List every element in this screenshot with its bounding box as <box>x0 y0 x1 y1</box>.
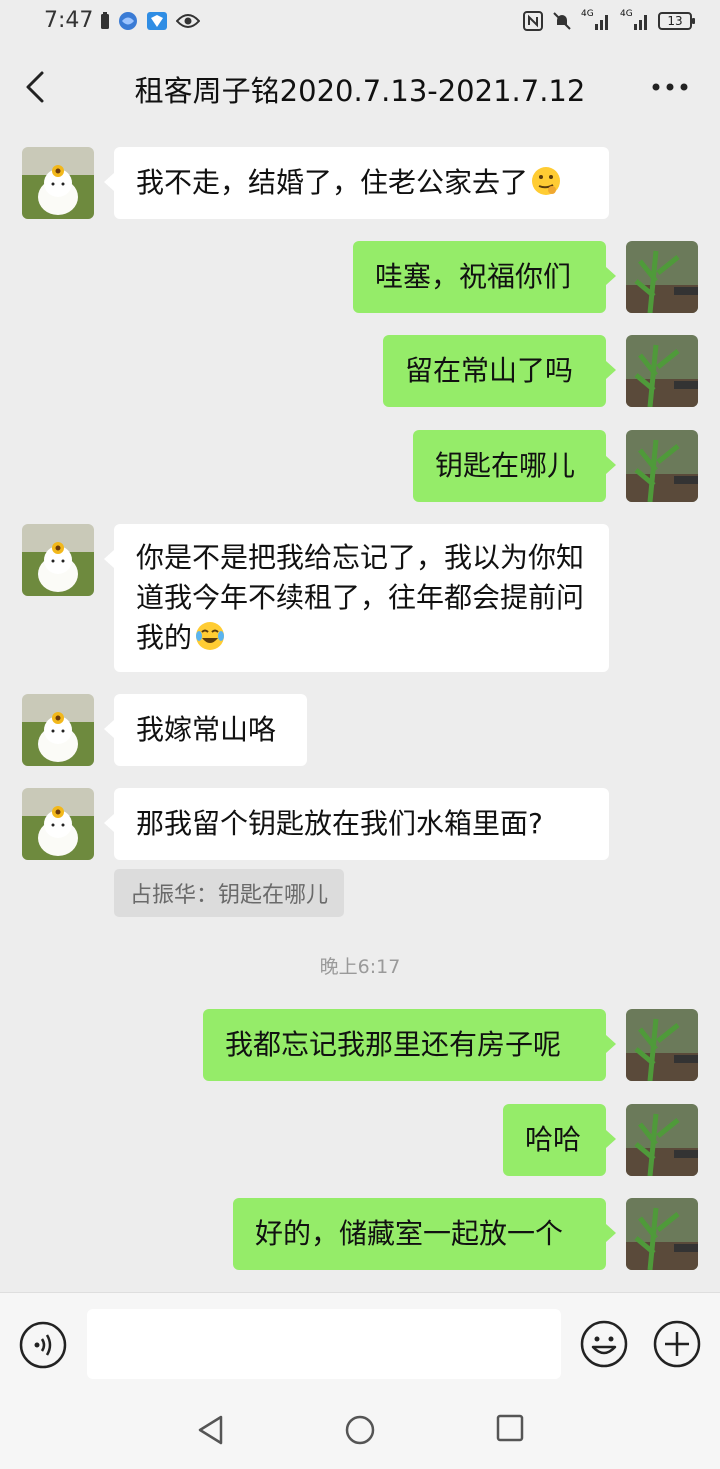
nav-home-icon[interactable] <box>344 1414 376 1446</box>
nfc-icon <box>523 11 543 31</box>
message-bubble-outgoing[interactable]: 我都忘记我那里还有房子呢 <box>203 1009 616 1081</box>
more-dots-icon[interactable] <box>650 70 690 104</box>
signal-4g-icon: 4G <box>581 9 611 31</box>
message-input[interactable] <box>87 1309 561 1379</box>
plus-icon[interactable] <box>652 1319 702 1369</box>
status-left-icons <box>100 11 200 31</box>
thinking-face-emoji-icon <box>532 167 561 195</box>
signal-4g-icon-2: 4G <box>620 9 650 31</box>
battery-level: 13 <box>667 14 683 28</box>
mute-bell-icon <box>553 12 571 30</box>
message-text: 哇塞，祝福你们 <box>375 260 572 293</box>
my-avatar[interactable] <box>626 1009 698 1081</box>
nav-back-icon[interactable] <box>196 1414 226 1446</box>
status-bar: 7:47 4G 4G 13 <box>0 0 720 44</box>
browser-icon <box>119 12 137 30</box>
emoji-icon[interactable] <box>579 1319 629 1369</box>
tears-of-joy-emoji-icon <box>196 622 225 650</box>
battery-saver-icon <box>101 12 109 29</box>
message-text: 留在常山了吗 <box>405 354 574 387</box>
nav-recent-icon[interactable] <box>496 1414 524 1442</box>
input-bar <box>0 1292 720 1393</box>
message-text: 我不走，结婚了，住老公家去了 <box>136 166 529 199</box>
chat-title: 租客周子铭2020.7.13-2021.7.12 <box>134 74 586 108</box>
message-bubble-incoming[interactable]: 我嫁常山咯 <box>104 694 307 766</box>
my-avatar[interactable] <box>626 241 698 313</box>
message-bubble-incoming[interactable]: 那我留个钥匙放在我们水箱里面? <box>104 788 609 860</box>
message-bubble-outgoing[interactable]: 哇塞，祝福你们 <box>353 241 616 313</box>
message-text: 哈哈 <box>525 1123 582 1156</box>
shield-app-icon <box>147 12 167 30</box>
contact-avatar[interactable] <box>22 788 94 860</box>
chat-header: 租客周子铭2020.7.13-2021.7.12 <box>0 44 720 130</box>
battery-icon: 13 <box>658 12 695 30</box>
status-right-icons: 4G 4G <box>523 9 650 31</box>
contact-avatar[interactable] <box>22 694 94 766</box>
message-text: 钥匙在哪儿 <box>435 449 576 482</box>
system-nav-bar <box>0 1392 720 1469</box>
message-text: 那我留个钥匙放在我们水箱里面? <box>136 807 543 840</box>
contact-avatar[interactable] <box>22 147 94 219</box>
message-text: 我嫁常山咯 <box>136 713 277 746</box>
message-bubble-outgoing[interactable]: 好的，储藏室一起放一个 <box>233 1198 616 1270</box>
message-bubble-outgoing[interactable]: 哈哈 <box>503 1104 616 1176</box>
contact-avatar[interactable] <box>22 524 94 596</box>
message-text: 我都忘记我那里还有房子呢 <box>225 1028 562 1061</box>
message-text: 好的，储藏室一起放一个 <box>255 1217 564 1250</box>
my-avatar[interactable] <box>626 1104 698 1176</box>
status-time: 7:47 <box>44 8 94 33</box>
message-timestamp: 晚上6:17 <box>319 956 401 978</box>
message-bubble-outgoing[interactable]: 留在常山了吗 <box>383 335 616 407</box>
my-avatar[interactable] <box>626 1198 698 1270</box>
my-avatar[interactable] <box>626 335 698 407</box>
my-avatar[interactable] <box>626 430 698 502</box>
message-bubble-incoming[interactable]: 你是不是把我给忘记了，我以为你知道我今年不续租了，往年都会提前问我的 <box>104 524 609 672</box>
quoted-reply[interactable]: 占振华：钥匙在哪儿 <box>114 869 345 917</box>
message-bubble-incoming[interactable]: 我不走，结婚了，住老公家去了 <box>104 147 609 219</box>
chat-area[interactable]: 我不走，结婚了，住老公家去了 哇塞，祝福你们 留在常山了吗 钥匙在哪儿 你是不是… <box>0 130 720 1292</box>
message-bubble-outgoing[interactable]: 钥匙在哪儿 <box>413 430 616 502</box>
voice-icon[interactable] <box>18 1320 68 1370</box>
eye-icon <box>176 14 200 28</box>
